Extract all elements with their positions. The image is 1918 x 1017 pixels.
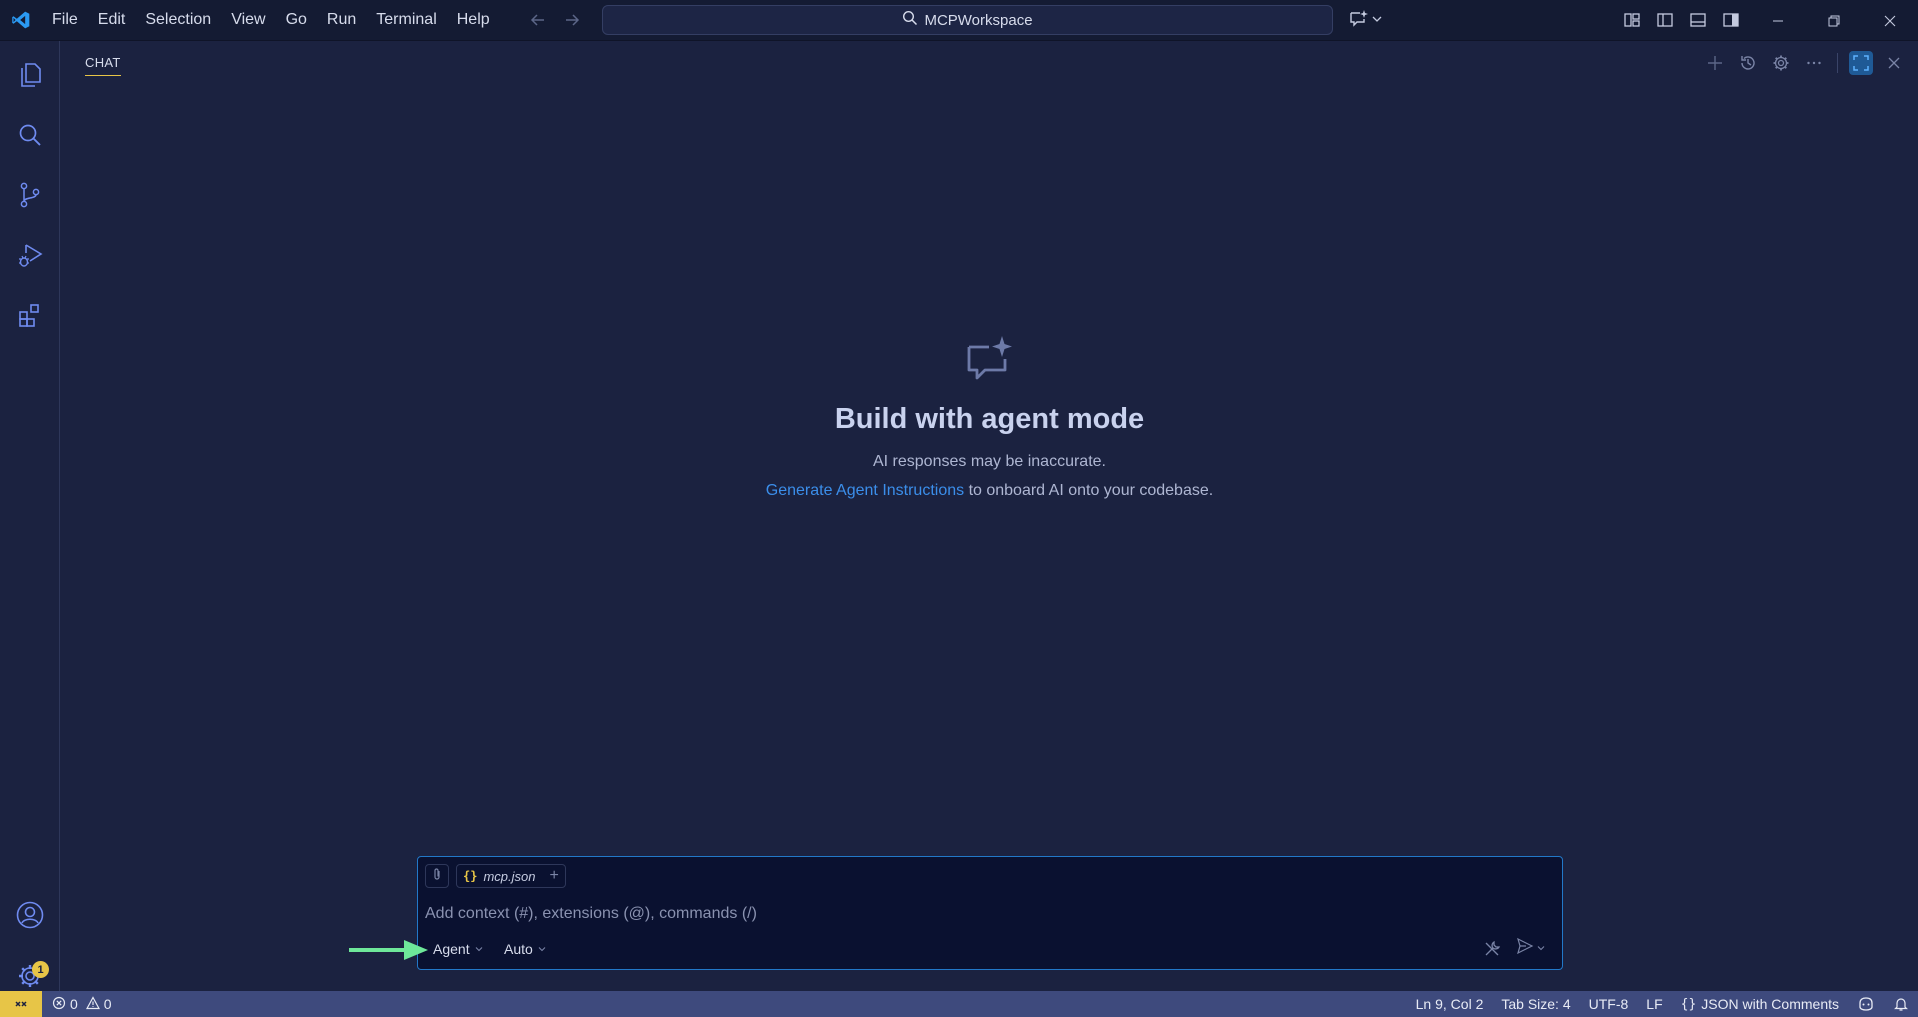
more-actions-icon[interactable] <box>1802 51 1826 75</box>
welcome-subtitle: AI responses may be inaccurate. <box>872 453 1106 470</box>
customize-layout-icon[interactable] <box>1620 8 1644 32</box>
menu-selection[interactable]: Selection <box>135 5 221 35</box>
menu-run[interactable]: Run <box>317 5 366 35</box>
toggle-panel-icon[interactable] <box>1686 8 1710 32</box>
maximize-panel-icon[interactable] <box>1849 51 1873 75</box>
annotation-arrow-icon <box>348 938 430 967</box>
mode-label: Agent <box>433 941 470 957</box>
configure-tools-icon[interactable] <box>1480 937 1504 961</box>
menu-view[interactable]: View <box>221 5 275 35</box>
manage-badge: 1 <box>32 961 49 978</box>
error-icon <box>52 996 66 1013</box>
copilot-menu-button[interactable] <box>1349 8 1383 33</box>
model-picker[interactable]: Auto <box>504 941 547 957</box>
restore-icon[interactable] <box>1806 0 1862 41</box>
notifications-bell-icon[interactable] <box>1884 996 1918 1012</box>
workspace-name: MCPWorkspace <box>924 11 1033 29</box>
menu-terminal[interactable]: Terminal <box>366 5 446 35</box>
generate-instructions-link[interactable]: Generate Agent Instructions <box>766 482 964 499</box>
json-file-icon: {} <box>463 869 478 883</box>
title-bar: File Edit Selection View Go Run Terminal… <box>0 0 1918 41</box>
source-control-icon[interactable] <box>0 169 60 221</box>
warning-icon <box>85 995 100 1013</box>
encoding[interactable]: UTF-8 <box>1580 996 1638 1012</box>
braces-icon: {} <box>1680 996 1697 1012</box>
tab-chat[interactable]: CHAT <box>85 55 121 76</box>
chevron-down-icon <box>474 941 484 957</box>
activity-bar: 1 <box>0 41 60 991</box>
history-icon[interactable] <box>1736 51 1760 75</box>
minimize-icon[interactable] <box>1750 0 1806 41</box>
chevron-down-icon <box>1536 940 1546 958</box>
context-file-chip[interactable]: {} mcp.json + <box>456 864 566 888</box>
problems-indicator[interactable]: 0 0 <box>52 995 112 1013</box>
explorer-icon[interactable] <box>0 49 60 101</box>
chevron-down-icon <box>1371 12 1383 30</box>
chat-sparkle-icon <box>1349 8 1369 33</box>
forward-arrow-icon[interactable] <box>560 8 584 32</box>
send-icon <box>1516 937 1534 960</box>
vscode-logo-icon <box>0 0 42 41</box>
context-file-name: mcp.json <box>483 868 536 884</box>
accounts-icon[interactable] <box>0 889 60 941</box>
add-context-plus-icon[interactable]: + <box>549 867 558 885</box>
error-count: 0 <box>70 996 78 1012</box>
chat-input-placeholder[interactable]: Add context (#), extensions (@), command… <box>425 905 757 923</box>
menu-file[interactable]: File <box>42 5 88 35</box>
status-bar: 0 0 Ln 9, Col 2 Tab Size: 4 UTF-8 LF {} … <box>0 991 1918 1017</box>
search-icon[interactable] <box>0 109 60 161</box>
extensions-icon[interactable] <box>0 289 60 341</box>
toggle-secondary-sidebar-icon[interactable] <box>1719 8 1743 32</box>
menu-bar: File Edit Selection View Go Run Terminal… <box>42 0 500 41</box>
paperclip-icon <box>430 867 444 886</box>
remote-indicator-icon[interactable] <box>0 991 42 1017</box>
close-icon[interactable] <box>1882 51 1906 75</box>
search-icon <box>902 10 918 30</box>
mode-picker[interactable]: Agent <box>433 941 484 957</box>
language-label: JSON with Comments <box>1701 996 1839 1012</box>
chat-input-box[interactable]: {} mcp.json + Add context (#), extension… <box>417 856 1563 970</box>
chat-header: CHAT <box>61 41 1918 85</box>
back-arrow-icon[interactable] <box>526 8 550 32</box>
run-debug-icon[interactable] <box>0 229 60 281</box>
menu-help[interactable]: Help <box>447 5 500 35</box>
end-of-line[interactable]: LF <box>1637 996 1671 1012</box>
tab-size[interactable]: Tab Size: 4 <box>1492 996 1579 1012</box>
copilot-status-icon[interactable] <box>1848 996 1884 1012</box>
menu-edit[interactable]: Edit <box>88 5 136 35</box>
settings-gear-icon[interactable] <box>1769 51 1793 75</box>
toggle-primary-sidebar-icon[interactable] <box>1653 8 1677 32</box>
attach-context-button[interactable] <box>425 864 449 888</box>
menu-go[interactable]: Go <box>276 5 317 35</box>
chevron-down-icon <box>537 941 547 957</box>
language-mode[interactable]: {} JSON with Comments <box>1672 996 1848 1012</box>
agent-mode-icon <box>61 333 1918 383</box>
welcome-title: Build with agent mode <box>834 403 1145 435</box>
model-label: Auto <box>504 941 533 957</box>
welcome-instructions: Generate Agent Instructions to onboard A… <box>61 482 1918 500</box>
close-window-icon[interactable] <box>1862 0 1918 41</box>
command-center-search[interactable]: MCPWorkspace <box>602 5 1333 35</box>
instructions-text: to onboard AI onto your codebase. <box>964 482 1214 499</box>
send-button[interactable] <box>1516 937 1546 960</box>
warning-count: 0 <box>103 996 112 1012</box>
new-chat-icon[interactable] <box>1703 51 1727 75</box>
divider <box>1837 53 1838 73</box>
cursor-position[interactable]: Ln 9, Col 2 <box>1407 996 1493 1012</box>
